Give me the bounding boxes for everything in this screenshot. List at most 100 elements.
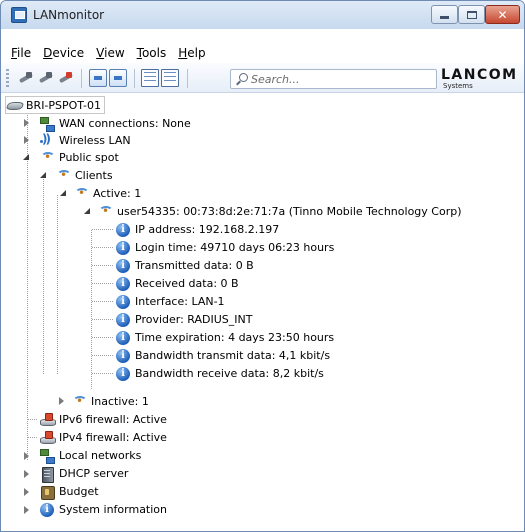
info-icon xyxy=(115,294,131,310)
collapse-active-toggle[interactable] xyxy=(59,188,68,197)
menu-tools[interactable]: Tools xyxy=(131,46,173,60)
tree-connector xyxy=(43,175,44,375)
menu-view[interactable]: View xyxy=(90,46,130,60)
tree-item-interface[interactable]: Interface: LAN-1 xyxy=(115,293,225,310)
router-icon xyxy=(6,97,22,113)
connect-device-button[interactable] xyxy=(17,69,35,87)
search-icon xyxy=(236,73,248,85)
tree-item-system-information[interactable]: System information xyxy=(39,501,167,518)
tree-connector xyxy=(92,247,114,248)
hotspot-icon xyxy=(39,150,55,166)
info-icon xyxy=(115,276,131,292)
search-input[interactable] xyxy=(251,71,431,87)
expand-system-info-toggle[interactable] xyxy=(22,505,31,514)
tree-connector xyxy=(92,355,114,356)
network-icon xyxy=(39,116,55,132)
tree-item-user[interactable]: user54335: 00:73:8d:2e:71:7a (Tinno Mobi… xyxy=(97,203,462,220)
menu-help-accel: H xyxy=(178,46,188,60)
firewall-icon xyxy=(39,412,56,428)
menu-file-label: ile xyxy=(17,46,32,60)
tree-item-login-time[interactable]: Login time: 49710 days 06:23 hours xyxy=(115,239,334,256)
tree-item-public-spot[interactable]: Public spot xyxy=(39,149,119,166)
tree-item-time-expiration[interactable]: Time expiration: 4 days 23:50 hours xyxy=(115,329,334,346)
expand-dhcp-toggle[interactable] xyxy=(22,469,31,478)
menu-tools-label: ools xyxy=(141,46,167,60)
tree-item-provider[interactable]: Provider: RADIUS_INT xyxy=(115,311,252,328)
info-icon xyxy=(115,258,131,274)
lancom-logo: LANCOM Systems xyxy=(441,65,524,91)
tree-connector xyxy=(92,319,114,320)
maximize-button[interactable] xyxy=(458,5,485,24)
tree-item-bandwidth-transmit[interactable]: Bandwidth transmit data: 4,1 kbit/s xyxy=(115,347,330,364)
reconnect-device-button[interactable] xyxy=(37,69,55,87)
hotspot-icon xyxy=(55,168,71,184)
toolbar-separator xyxy=(81,69,82,88)
menu-device[interactable]: Device xyxy=(37,46,90,60)
window-title: LANmonitor xyxy=(33,8,105,22)
tree-item-dhcp-server[interactable]: DHCP server xyxy=(39,465,129,483)
collapse-clients-toggle[interactable] xyxy=(39,170,48,179)
table-view-button[interactable] xyxy=(161,69,179,87)
menu-help[interactable]: Help xyxy=(172,46,211,60)
lanmonitor-app-icon[interactable] xyxy=(11,7,27,23)
expand-wan-toggle[interactable] xyxy=(22,118,31,127)
tree-item-root-device[interactable]: BRI-PSPOT-01 xyxy=(5,96,105,114)
expand-inactive-toggle[interactable] xyxy=(57,396,66,405)
tree-connector xyxy=(28,437,38,438)
info-icon xyxy=(115,222,131,238)
info-icon xyxy=(39,502,55,518)
close-button[interactable]: ✕ xyxy=(485,5,520,24)
tree-item-wireless-lan[interactable]: Wireless LAN xyxy=(39,132,131,149)
search-box[interactable] xyxy=(230,69,437,89)
tree-item-label: DHCP server xyxy=(59,467,129,480)
tree-item-ipv6-firewall[interactable]: IPv6 firewall: Active xyxy=(39,411,167,428)
tree-item-label: Local networks xyxy=(59,449,142,462)
tree-item-ip-address[interactable]: IP address: 192.168.2.197 xyxy=(115,221,279,238)
tree-item-received-data[interactable]: Received data: 0 B xyxy=(115,275,239,292)
tree-connector xyxy=(28,419,38,420)
tree-item-inactive[interactable]: Inactive: 1 xyxy=(71,393,149,410)
collapse-public-spot-toggle[interactable] xyxy=(22,152,31,161)
tree-item-budget[interactable]: Budget xyxy=(39,483,99,500)
tree-item-bandwidth-receive[interactable]: Bandwidth receive data: 8,2 kbit/s xyxy=(115,365,324,382)
menu-bar: File Device View Tools Help xyxy=(1,43,524,63)
tree-item-label: Inactive: 1 xyxy=(91,395,149,408)
server-icon xyxy=(39,466,55,483)
title-bar[interactable]: LANmonitor ✕ xyxy=(1,1,524,29)
tree-connector xyxy=(92,301,114,302)
menu-help-label: elp xyxy=(187,46,206,60)
menu-file[interactable]: File xyxy=(5,46,37,60)
hotspot-icon xyxy=(73,186,89,202)
tree-connector xyxy=(92,265,114,266)
tree-item-label: Bandwidth receive data: 8,2 kbit/s xyxy=(135,367,324,380)
tree-item-clients[interactable]: Clients xyxy=(55,167,113,184)
info-icon xyxy=(115,366,131,382)
tree-item-wan[interactable]: WAN connections: None xyxy=(39,115,191,132)
menu-view-accel: V xyxy=(96,46,105,60)
expand-local-networks-toggle[interactable] xyxy=(22,451,31,460)
minimize-button[interactable] xyxy=(431,5,458,24)
expand-wireless-toggle[interactable] xyxy=(22,135,31,144)
menu-device-accel: D xyxy=(43,46,53,60)
tree-item-label: IPv4 firewall: Active xyxy=(59,431,167,444)
expand-budget-toggle[interactable] xyxy=(22,487,31,496)
collapse-user-toggle[interactable] xyxy=(83,206,92,215)
tree-item-active[interactable]: Active: 1 xyxy=(73,185,141,202)
tree-item-ipv4-firewall[interactable]: IPv4 firewall: Active xyxy=(39,429,167,446)
sync-view-button[interactable] xyxy=(141,69,159,87)
toolbar-grip[interactable] xyxy=(6,69,9,87)
tree-item-label: IP address: 192.168.2.197 xyxy=(135,223,280,236)
tree-connector xyxy=(92,337,114,338)
previous-view-button[interactable] xyxy=(89,69,107,87)
tree-item-label: Bandwidth transmit data: 4,1 kbit/s xyxy=(135,349,331,362)
next-view-button[interactable] xyxy=(109,69,127,87)
info-icon xyxy=(115,240,131,256)
tree-item-label: Transmitted data: 0 B xyxy=(135,259,254,272)
tree-item-label: Clients xyxy=(75,169,113,182)
tree-item-label: IPv6 firewall: Active xyxy=(59,413,167,426)
tree-item-transmitted-data[interactable]: Transmitted data: 0 B xyxy=(115,257,254,274)
tree-item-label: BRI-PSPOT-01 xyxy=(26,98,101,112)
wireless-icon xyxy=(39,132,55,149)
tree-item-local-networks[interactable]: Local networks xyxy=(39,447,141,464)
disconnect-device-button[interactable] xyxy=(57,69,75,87)
